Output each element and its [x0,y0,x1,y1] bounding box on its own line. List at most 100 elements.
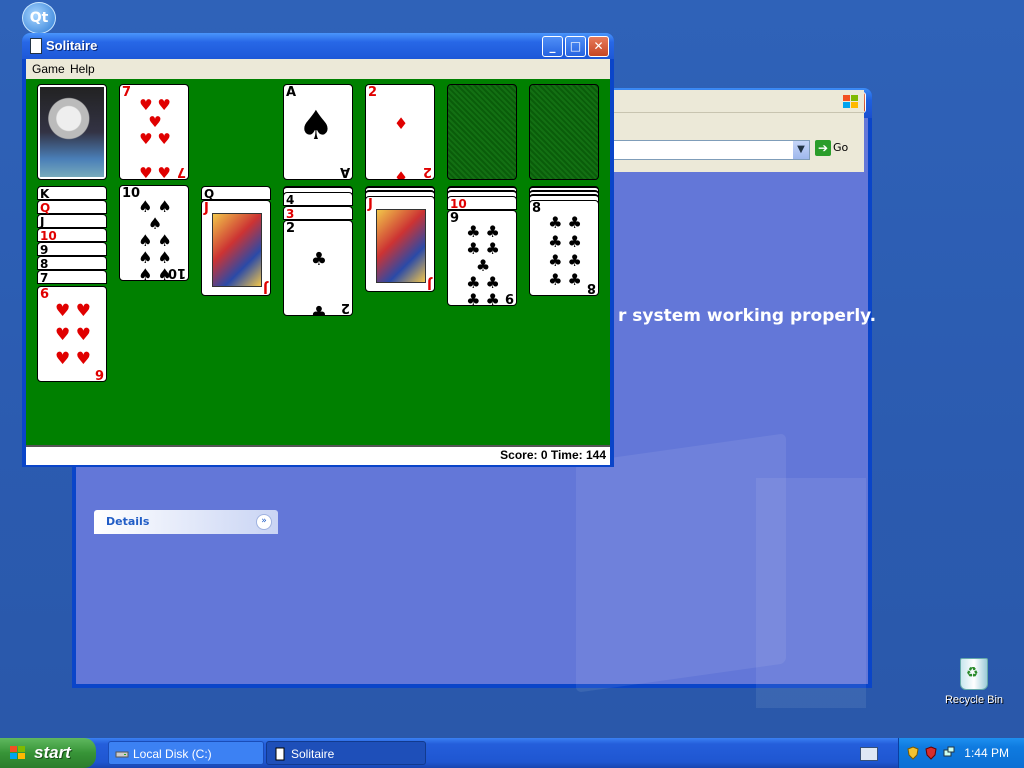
tableau-4-top-card[interactable]: 2 ♣ ♣ 2 [283,220,353,316]
recycle-bin-icon [960,658,988,690]
solitaire-titlebar[interactable]: Solitaire _ □ ✕ [22,33,614,59]
explorer-toolbars: ▼ ➔ Go [612,90,864,172]
stock-pile[interactable] [37,84,107,180]
tableau-1-pips: ♥ ♥ ♥ ♥ ♥ ♥ [55,301,91,369]
tableau-3-top-rank: J [204,201,209,216]
solitaire-felt: 7 ♥ ♥ ♥ ♥ ♥ ♥ ♥ 7 A ♠ A 2 ♦ ♦ 2 K Q J 10 9 [26,79,610,445]
foundation-4-empty[interactable] [529,84,599,180]
waste-pips: ♥ ♥ ♥ ♥ ♥ ♥ ♥ [139,96,171,180]
menu-help[interactable]: Help [70,62,95,76]
solitaire-maximize-button[interactable]: □ [565,36,586,57]
tableau-7-pips: ♣ ♣ ♣ ♣ ♣ ♣ ♣ ♣ [548,213,582,289]
tableau-1-rank-10: 10 [40,229,57,243]
address-dropdown-icon[interactable]: ▼ [793,141,809,159]
taskbar-local-disk[interactable]: Local Disk (C:) [108,741,264,765]
tableau-6-top-card[interactable]: 9 ♣ ♣ ♣ ♣ ♣ ♣ ♣ ♣ ♣ 9 [447,210,517,306]
tableau-2-top-card[interactable]: 10 ♠ ♠ ♠ ♠ ♠ ♠ ♠ ♠ ♠ 10 [119,185,189,281]
foundation-1[interactable]: A ♠ A [283,84,353,180]
tableau-1-top-rank-bottom: 6 [94,366,104,381]
tableau-1-rank-j: J [40,215,45,229]
tableau-6-pips: ♣ ♣ ♣ ♣ ♣ ♣ ♣ ♣ ♣ [466,222,500,306]
tableau-1-top-card[interactable]: 6 ♥ ♥ ♥ ♥ ♥ ♥ 6 [37,286,107,382]
windows-logo-icon [843,95,858,108]
start-button[interactable]: start [0,738,96,768]
tableau-4-top-rank-bottom: 2 [340,300,350,315]
foundation-1-rank: A [286,85,297,100]
tableau-6-rank-10: 10 [450,197,467,211]
monitor-watermark [576,433,786,693]
tableau-4-pips: ♣ ♣ [310,249,328,316]
spade-icon: ♠ [298,103,334,149]
taskbar-solitaire[interactable]: Solitaire [266,741,426,765]
solitaire-minimize-button[interactable]: _ [542,36,563,57]
solitaire-menubar: Game Help [26,59,610,79]
astronaut-card-back [40,87,104,177]
tableau-7-top-rank: 8 [532,201,542,216]
tableau-5-top-card[interactable]: J J [365,196,435,292]
tableau-1-card-10[interactable]: 10 [37,228,107,243]
drive-icon [115,751,129,758]
address-input[interactable]: ▼ [612,140,810,160]
qt-desktop-icon[interactable]: Qt [22,2,56,34]
chevron-down-icon[interactable]: » [256,514,272,530]
tableau-1-card-9[interactable]: 9 [37,242,107,257]
tableau-3-top-rank-bottom: J [263,280,268,295]
tableau-1-rank-k: K [40,187,50,201]
tableau-1-rank-8: 8 [40,257,49,271]
waste-pile[interactable]: 7 ♥ ♥ ♥ ♥ ♥ ♥ ♥ 7 [119,84,189,180]
score-time-status: Score: 0 Time: 144 [500,448,606,462]
tableau-1-card-k[interactable]: K [37,186,107,201]
taskbar-local-disk-label: Local Disk (C:) [133,747,212,761]
qt-icon-label: Qt [29,10,49,26]
solitaire-window[interactable]: Solitaire _ □ ✕ Game Help 7 ♥ ♥ ♥ ♥ ♥ ♥ ♥ 7… [22,33,614,467]
tableau-4-card-3[interactable]: 3 [283,206,353,221]
waste-rank: 7 [122,85,132,100]
security-shield-icon[interactable] [907,746,919,760]
address-bar-row: ▼ ➔ Go [612,136,864,162]
tableau-5-top-rank-bottom: J [427,276,432,291]
security-alert-icon[interactable] [925,746,937,760]
foundation-2-rank: 2 [368,85,378,100]
details-panel-header[interactable]: Details » [94,510,278,534]
tableau-4-rank-3: 3 [286,207,295,221]
foundation-2[interactable]: 2 ♦ ♦ 2 [365,84,435,180]
tableau-1-card-j[interactable]: J [37,214,107,229]
tableau-3-top-card[interactable]: J J [201,200,271,296]
foundation-3-empty[interactable] [447,84,517,180]
go-button[interactable]: ➔ Go [815,140,859,160]
solitaire-close-button[interactable]: ✕ [588,36,609,57]
solitaire-title: Solitaire [46,38,98,53]
system-tray: 1:44 PM [898,738,1024,768]
tableau-7-top-card[interactable]: 8 ♣ ♣ ♣ ♣ ♣ ♣ ♣ ♣ 8 [529,200,599,296]
tableau-3-rank-q: Q [204,187,215,201]
solitaire-app-icon [30,38,42,54]
tableau-1-top-rank: 6 [40,287,50,302]
tableau-4-card-4[interactable]: 4 [283,192,353,207]
tableau-7-top-rank-bottom: 8 [586,280,596,295]
tableau-1-rank-q: Q [40,201,51,215]
keyboard-layout-icon[interactable] [860,747,878,761]
explorer-headline: r system working properly. [618,306,877,326]
tableau-2-top-rank-bottom: 10 [167,265,186,280]
tableau-2-pips: ♠ ♠ ♠ ♠ ♠ ♠ ♠ ♠ ♠ [138,197,172,281]
details-label: Details [106,515,150,528]
jack-face-art [212,213,262,287]
tableau-1-rank-7: 7 [40,271,49,285]
solitaire-statusbar: Score: 0 Time: 144 [26,445,610,465]
pc-tower-watermark [756,478,866,708]
foundation-1-rank-bottom: A [339,164,350,179]
tableau-1-card-7[interactable]: 7 [37,270,107,285]
taskbar-clock[interactable]: 1:44 PM [964,746,1009,760]
foundation-2-rank-bottom: 2 [422,164,432,179]
menu-game[interactable]: Game [32,62,65,76]
network-icon[interactable] [943,746,955,760]
windows-flag-icon [10,746,25,759]
tableau-1-card-q[interactable]: Q [37,200,107,215]
jack-face-art [376,209,426,283]
tableau-5-top-rank: J [368,197,373,212]
recycle-bin-desktop-icon[interactable]: Recycle Bin [944,656,1004,716]
tableau-3-card-q[interactable]: Q [201,186,271,201]
waste-rank-bottom: 7 [176,164,186,179]
tableau-1-card-8[interactable]: 8 [37,256,107,271]
tableau-6-card-10[interactable]: 10 [447,196,517,211]
